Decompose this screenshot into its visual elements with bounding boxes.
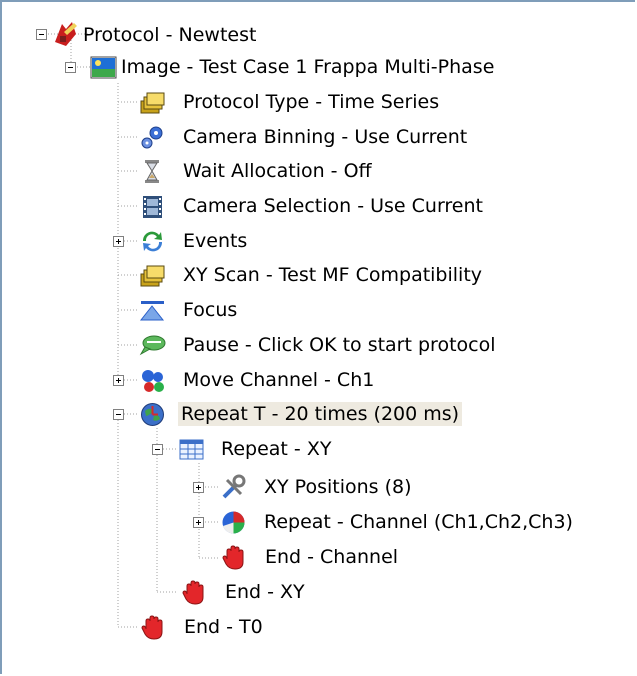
tree-node-end-channel[interactable]: End - Channel (218, 542, 518, 573)
tree-node-end-t[interactable]: End - T0 (137, 612, 337, 643)
focus-icon (139, 297, 166, 324)
tree-node-end-xy[interactable]: End - XY (178, 577, 378, 608)
expand-toggle[interactable] (113, 375, 124, 386)
protocol-tree[interactable]: Protocol - Newtest Image - Test Case 1 F… (0, 0, 637, 676)
tree-node-events[interactable]: Events (110, 226, 310, 257)
tree-node-xy-positions[interactable]: XY Positions (8) (190, 472, 490, 503)
protocol-icon (52, 20, 79, 47)
node-label: Pause - Click OK to start protocol (183, 334, 496, 356)
collapse-toggle[interactable] (65, 62, 76, 73)
tree-node-protocol-type[interactable]: Protocol Type - Time Series (137, 87, 497, 118)
node-label: Protocol Type - Time Series (183, 91, 440, 113)
node-label: End - XY (225, 581, 305, 603)
tree-node-focus[interactable]: Focus (137, 295, 337, 326)
node-label: End - Channel (265, 546, 399, 568)
tree-node-xy-scan[interactable]: XY Scan - Test MF Compatibility (137, 260, 537, 291)
grid-icon (178, 436, 205, 463)
image-icon (90, 54, 117, 81)
node-label: Image - Test Case 1 Frappa Multi-Phase (121, 56, 495, 78)
expand-toggle[interactable] (193, 482, 204, 493)
red-hand-icon (220, 544, 247, 571)
pie-chart-icon (220, 509, 247, 536)
collapse-toggle[interactable] (113, 409, 124, 420)
node-label: XY Scan - Test MF Compatibility (183, 264, 483, 286)
collapse-toggle[interactable] (36, 29, 47, 40)
node-label: XY Positions (8) (264, 476, 412, 498)
red-hand-icon (180, 579, 207, 606)
red-hand-icon (139, 614, 166, 641)
tree-node-protocol[interactable]: Protocol - Newtest (20, 20, 420, 51)
expand-toggle[interactable] (193, 517, 204, 528)
node-label: Repeat - XY (221, 438, 332, 460)
node-label: Events (183, 230, 248, 252)
gears-icon (139, 124, 166, 151)
tree-node-repeat-xy[interactable]: Repeat - XY (150, 434, 450, 465)
channel-dots-icon (139, 367, 166, 394)
tree-node-image[interactable]: Image - Test Case 1 Frappa Multi-Phase (60, 52, 580, 83)
node-label: Wait Allocation - Off (183, 160, 372, 182)
tree-node-camera-selection[interactable]: Camera Selection - Use Current (137, 191, 537, 222)
node-label: Camera Binning - Use Current (183, 126, 468, 148)
refresh-arrows-icon (139, 228, 166, 255)
tools-icon (220, 474, 247, 501)
folders-icon (139, 89, 166, 116)
node-label: Move Channel - Ch1 (183, 369, 375, 391)
hourglass-icon (139, 158, 166, 185)
clock-globe-icon (139, 401, 166, 428)
tree-node-move-channel[interactable]: Move Channel - Ch1 (110, 365, 410, 396)
node-label: Protocol - Newtest (83, 24, 257, 46)
node-label: Focus (183, 299, 238, 321)
tree-node-pause[interactable]: Pause - Click OK to start protocol (137, 330, 557, 361)
expand-toggle[interactable] (113, 236, 124, 247)
node-label: Camera Selection - Use Current (183, 195, 483, 217)
tree-node-camera-binning[interactable]: Camera Binning - Use Current (137, 122, 517, 153)
node-label: End - T0 (184, 616, 263, 638)
tree-node-repeat-channel[interactable]: Repeat - Channel (Ch1,Ch2,Ch3) (190, 507, 630, 538)
node-label: Repeat - Channel (Ch1,Ch2,Ch3) (264, 511, 573, 533)
node-label: Repeat T - 20 times (200 ms) (178, 402, 463, 426)
film-strip-icon (139, 193, 166, 220)
tree-node-wait-allocation[interactable]: Wait Allocation - Off (137, 156, 437, 187)
folders-icon (139, 262, 166, 289)
tree-node-repeat-t[interactable]: Repeat T - 20 times (200 ms) (110, 399, 530, 430)
speech-bubble-icon (139, 332, 166, 359)
collapse-toggle[interactable] (152, 444, 163, 455)
